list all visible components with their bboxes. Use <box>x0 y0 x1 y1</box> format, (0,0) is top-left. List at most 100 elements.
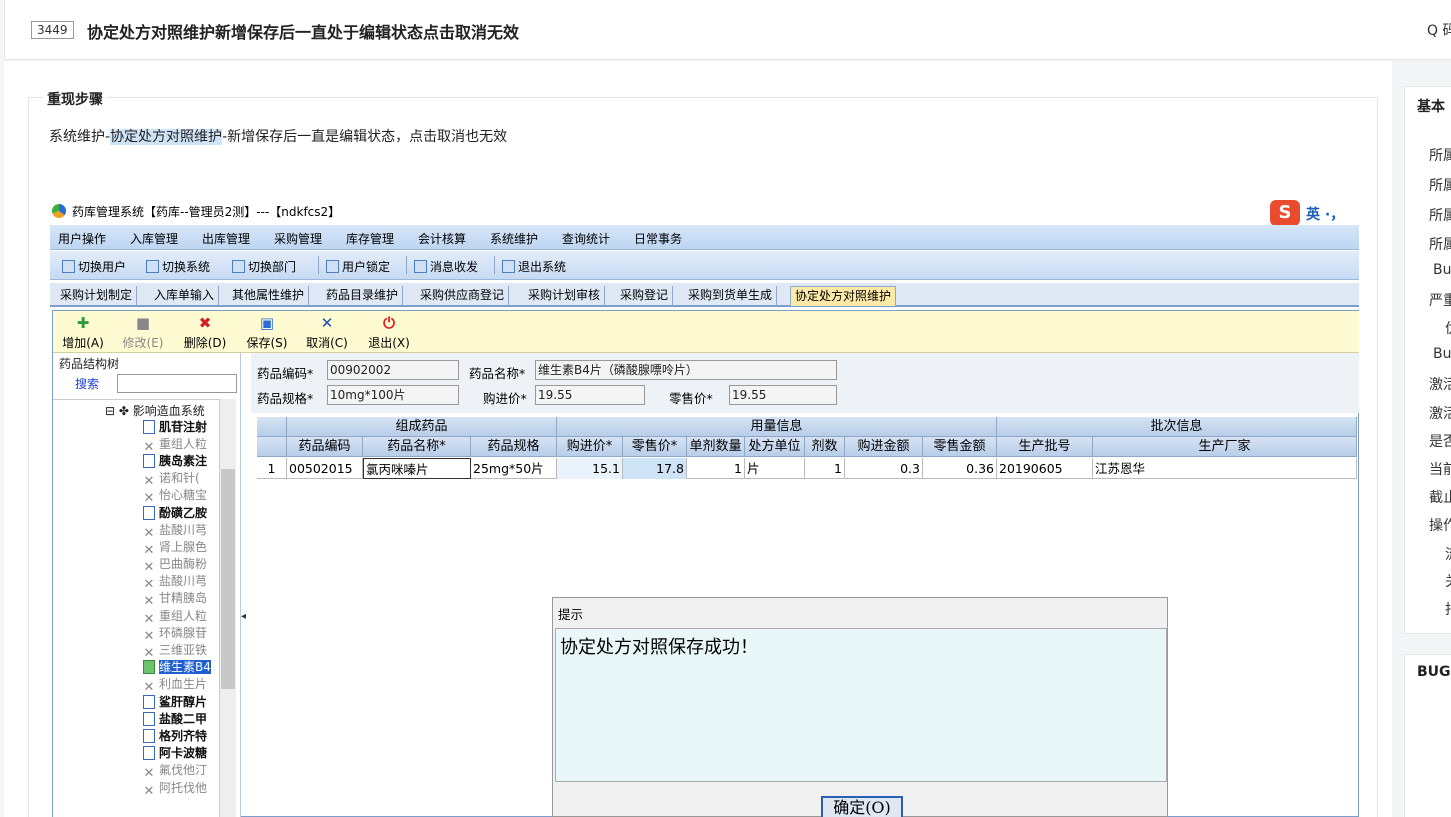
tree-search-input[interactable] <box>117 374 237 393</box>
column-header[interactable]: 零售金额 <box>923 437 997 457</box>
search-button[interactable]: Q 码 <box>1427 20 1451 40</box>
tab-arrival-gen[interactable]: 采购到货单生成 <box>684 286 778 306</box>
switch-system-button[interactable]: 切换系统 <box>146 258 210 275</box>
collapse-arrow-icon[interactable]: ◂ <box>241 611 249 627</box>
tree-node-selected[interactable]: 维生素B4 <box>143 659 211 676</box>
column-header[interactable]: 生产批号 <box>997 437 1093 457</box>
tab-purchase-plan[interactable]: 采购计划制定 <box>56 286 138 306</box>
disabled-icon: ✕ <box>143 680 155 695</box>
cell-retail-amount[interactable]: 0.36 <box>923 458 997 479</box>
edit-button[interactable]: ■ 修改(E) <box>115 315 171 351</box>
action-link[interactable]: 关 <box>1445 571 1451 591</box>
tree-node[interactable]: ✕ 环磷腺苷 <box>143 625 207 644</box>
tree-node[interactable]: ✕ 巴曲酶粉 <box>143 556 207 575</box>
tree-node[interactable]: ✕ 盐酸川芎 <box>143 522 207 541</box>
menu-item[interactable]: 查询统计 <box>562 230 610 247</box>
tree-node[interactable]: ✕ 阿托伐他 <box>143 780 207 799</box>
save-button[interactable]: ▣ 保存(S) <box>239 315 295 351</box>
tree-node[interactable]: ✕ 诺和针( <box>143 470 200 489</box>
name-field[interactable]: 维生素B4片（磷酸腺嘌呤片） <box>535 360 837 380</box>
column-header[interactable]: 药品规格 <box>471 437 557 457</box>
menu-item[interactable]: 采购管理 <box>274 230 322 247</box>
retail-price-field[interactable]: 19.55 <box>729 385 837 405</box>
scrollbar-thumb[interactable] <box>221 469 235 689</box>
cell-retail-price[interactable]: 17.8 <box>623 458 687 479</box>
menu-item[interactable]: 系统维护 <box>490 230 538 247</box>
cell-drug-spec[interactable]: 25mg*50片 <box>471 458 557 479</box>
cell-doses[interactable]: 1 <box>805 458 845 479</box>
menu-item[interactable]: 会计核算 <box>418 230 466 247</box>
tree-node[interactable]: 酚磺乙胺 <box>143 505 207 522</box>
column-header[interactable]: 处方单位 <box>745 437 805 457</box>
buy-price-field[interactable]: 19.55 <box>535 385 645 405</box>
add-button[interactable]: ✚ 增加(A) <box>55 315 111 351</box>
tree-node[interactable]: ✕ 甘精胰岛 <box>143 590 207 609</box>
tab-drug-catalog[interactable]: 药品目录维护 <box>322 286 404 306</box>
cell-drug-code[interactable]: 00502015 <box>287 458 363 479</box>
action-link[interactable]: 指 <box>1445 599 1451 619</box>
column-header[interactable]: 生产厂家 <box>1093 437 1357 457</box>
disabled-icon: ✕ <box>143 491 155 506</box>
tab-supplier-reg[interactable]: 采购供应商登记 <box>416 286 510 306</box>
cell-drug-name[interactable]: 氯丙咪嗪片 <box>363 458 471 479</box>
tree-node[interactable]: 盐酸二甲 <box>143 711 207 728</box>
tab-prescription-mapping[interactable]: 协定处方对照维护 <box>790 286 897 306</box>
ok-button[interactable]: 确定(O) <box>821 796 903 817</box>
menu-item[interactable]: 日常事务 <box>634 230 682 247</box>
cell-unit[interactable]: 片 <box>745 458 805 479</box>
tree-node[interactable]: ✕ 氟伐他汀 <box>143 762 207 781</box>
tree-root-node[interactable]: ⊟ ✤ 影响造血系统 <box>105 402 205 419</box>
menu-item[interactable]: 入库管理 <box>130 230 178 247</box>
column-header[interactable]: 剂数 <box>805 437 845 457</box>
tree-scrollbar[interactable] <box>219 399 236 817</box>
column-header[interactable]: 购进价* <box>557 437 623 457</box>
cell-batch-no[interactable]: 20190605 <box>997 458 1093 479</box>
user-lock-button[interactable]: 用户锁定 <box>326 258 390 275</box>
column-header[interactable]: 药品编码 <box>287 437 363 457</box>
tab-inbound-entry[interactable]: 入库单输入 <box>150 286 220 306</box>
code-field[interactable]: 00902002 <box>327 360 459 380</box>
messages-button[interactable]: 消息收发 <box>414 258 478 275</box>
column-header[interactable]: 单剂数量 <box>687 437 745 457</box>
switch-department-button[interactable]: 切换部门 <box>232 258 296 275</box>
tree-node[interactable]: ✕ 肾上腺色 <box>143 539 207 558</box>
tab-plan-review[interactable]: 采购计划审核 <box>524 286 606 306</box>
action-link[interactable]: 流 <box>1445 544 1451 564</box>
table-row[interactable]: 1 00502015 氯丙咪嗪片 25mg*50片 15.1 17.8 1 片 … <box>257 458 1357 479</box>
tree-node[interactable]: 鲨肝醇片 <box>143 694 207 711</box>
tree-node[interactable]: ✕ 利血生片 <box>143 676 207 695</box>
root-folder-icon: ✤ <box>118 404 129 418</box>
tree-node[interactable]: ✕ 盐酸川芎 <box>143 573 207 592</box>
spec-field[interactable]: 10mg*100片 <box>327 385 459 405</box>
cell-buy-price[interactable]: 15.1 <box>557 458 623 479</box>
cell-buy-amount[interactable]: 0.3 <box>845 458 923 479</box>
tab-purchase-reg[interactable]: 采购登记 <box>616 286 674 306</box>
menu-item[interactable]: 用户操作 <box>58 230 106 247</box>
tree-node[interactable]: ✕ 怡心糖宝 <box>143 487 207 506</box>
tree-node[interactable]: 肌苷注射 <box>143 419 207 436</box>
cell-manufacturer[interactable]: 江苏恩华 <box>1093 458 1357 479</box>
tree-node[interactable]: ✕ 重组人粒 <box>143 436 207 455</box>
column-header[interactable]: 零售价* <box>623 437 687 457</box>
delete-button[interactable]: ✖ 删除(D) <box>177 315 233 351</box>
column-header[interactable]: 购进金额 <box>845 437 923 457</box>
menu-item[interactable]: 库存管理 <box>346 230 394 247</box>
tree-node[interactable]: 格列齐特 <box>143 728 207 745</box>
switch-user-button[interactable]: 切换用户 <box>62 258 126 275</box>
drug-tree[interactable]: ⊟ ✤ 影响造血系统 肌苷注射 ✕ 重组人粒 胰岛素注 ✕ 诺和针( ✕ 怡心糖宝 酚… <box>53 399 236 817</box>
user-icon <box>62 260 75 273</box>
exit-system-button[interactable]: 退出系统 <box>502 258 566 275</box>
exit-button[interactable]: ⏻ 退出(X) <box>361 315 417 351</box>
column-header[interactable]: 药品名称* <box>363 437 471 457</box>
info-label: 是否 <box>1429 434 1451 450</box>
menu-item[interactable]: 出库管理 <box>202 230 250 247</box>
tree-node[interactable]: ✕ 重组人粒 <box>143 608 207 627</box>
info-label: 所属 <box>1429 178 1451 194</box>
cancel-button[interactable]: ✕ 取消(C) <box>299 315 355 351</box>
tree-node[interactable]: ✕ 三维亚铁 <box>143 642 207 661</box>
add-icon: ✚ <box>76 314 90 332</box>
cell-dose-qty[interactable]: 1 <box>687 458 745 479</box>
tree-node[interactable]: 胰岛素注 <box>143 453 207 470</box>
tab-other-attrs[interactable]: 其他属性维护 <box>228 286 310 306</box>
tree-node[interactable]: 阿卡波糖 <box>143 745 207 762</box>
